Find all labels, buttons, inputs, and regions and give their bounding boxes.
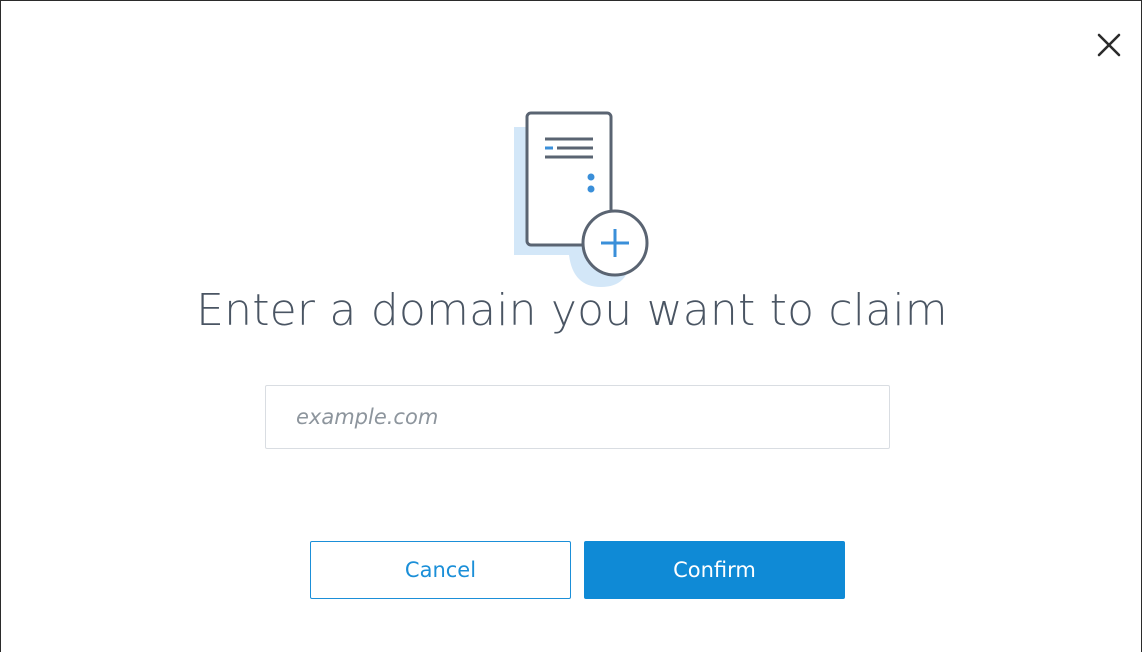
close-icon	[1097, 33, 1121, 57]
confirm-button[interactable]: Confirm	[584, 541, 845, 599]
document-add-icon	[501, 107, 661, 293]
dialog-title: Enter a domain you want to claim	[196, 285, 948, 336]
cancel-button[interactable]: Cancel	[310, 541, 571, 599]
close-button[interactable]	[1093, 29, 1125, 61]
domain-input[interactable]	[265, 385, 890, 449]
claim-domain-dialog: Enter a domain you want to claim Cancel …	[0, 0, 1142, 652]
